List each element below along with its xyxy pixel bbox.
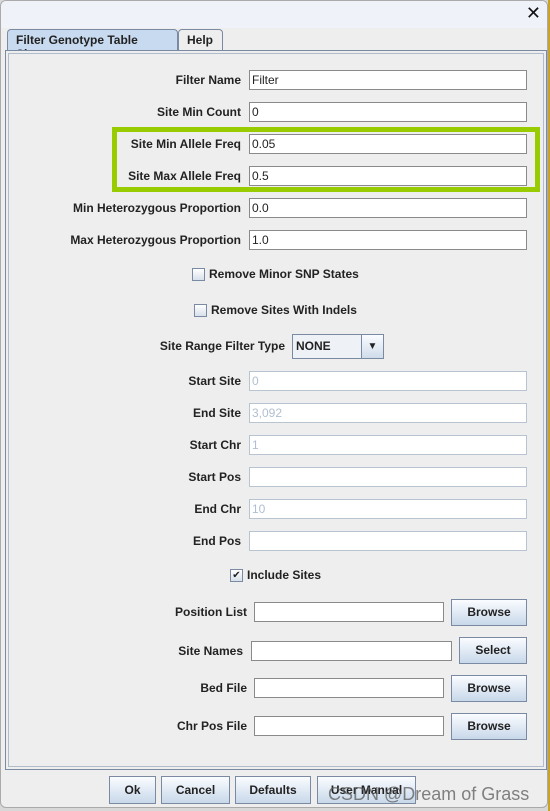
site-names-select-button[interactable]: Select: [459, 637, 527, 664]
max-het-proportion-input[interactable]: 1.0: [249, 230, 527, 250]
remove-minor-snp-label: Remove Minor SNP States: [209, 267, 359, 281]
site-max-allele-freq-label: Site Max Allele Freq: [128, 169, 241, 183]
watermark: CSDN @Dream of Grass: [328, 784, 530, 804]
start-pos-label: Start Pos: [188, 470, 241, 484]
site-max-allele-freq-input[interactable]: 0.5: [249, 166, 527, 186]
include-sites-label: Include Sites: [247, 568, 322, 582]
remove-indels-checkbox[interactable]: [194, 304, 207, 317]
cancel-button[interactable]: Cancel: [161, 776, 230, 804]
position-list-label: Position List: [175, 605, 247, 619]
remove-indels-label: Remove Sites With Indels: [211, 303, 357, 317]
chr-pos-file-browse-button[interactable]: Browse: [451, 713, 527, 740]
defaults-button[interactable]: Defaults: [235, 776, 311, 804]
min-het-proportion-input[interactable]: 0.0: [249, 198, 527, 218]
start-pos-input[interactable]: [249, 467, 527, 487]
title-bar: ✕: [1, 1, 547, 28]
site-min-count-input[interactable]: 0: [249, 102, 527, 122]
end-pos-label: End Pos: [192, 534, 241, 548]
tab-help[interactable]: Help: [178, 29, 223, 51]
site-names-input[interactable]: [251, 641, 452, 661]
position-list-browse-button[interactable]: Browse: [451, 599, 527, 626]
end-chr-label: End Chr: [194, 502, 241, 516]
bed-file-input[interactable]: [254, 678, 444, 698]
chr-pos-file-input[interactable]: [254, 716, 444, 736]
chr-pos-file-label: Chr Pos File: [176, 719, 247, 733]
min-het-proportion-label: Min Heterozygous Proportion: [73, 201, 241, 215]
remove-minor-snp-checkbox[interactable]: [192, 268, 205, 281]
site-min-allele-freq-label: Site Min Allele Freq: [130, 137, 241, 151]
site-min-allele-freq-input[interactable]: 0.05: [249, 134, 527, 154]
end-site-label: End Site: [192, 406, 241, 420]
max-het-proportion-label: Max Heterozygous Proportion: [70, 233, 241, 247]
tab-filter-genotype-table-sites[interactable]: Filter Genotype Table Sites: [7, 29, 178, 61]
bed-file-browse-button[interactable]: Browse: [451, 675, 527, 702]
include-sites-checkbox[interactable]: ✔: [230, 569, 243, 582]
bed-file-label: Bed File: [200, 681, 247, 695]
close-icon[interactable]: ✕: [526, 3, 541, 24]
end-site-input[interactable]: 3,092: [249, 403, 527, 423]
end-pos-input[interactable]: [249, 531, 527, 551]
filter-name-input[interactable]: Filter: [249, 70, 527, 90]
start-chr-input[interactable]: 1: [249, 435, 527, 455]
filter-name-label: Filter Name: [175, 73, 241, 87]
filter-dialog: ✕ Filter Genotype Table Sites Help Filte…: [0, 0, 548, 808]
start-site-label: Start Site: [188, 374, 241, 388]
start-chr-label: Start Chr: [189, 438, 241, 452]
site-names-label: Site Names: [178, 644, 243, 658]
chevron-down-icon[interactable]: ▼: [361, 335, 383, 358]
end-chr-input[interactable]: 10: [249, 499, 527, 519]
start-site-input[interactable]: 0: [249, 371, 527, 391]
site-range-value: NONE: [296, 339, 331, 353]
ok-button[interactable]: Ok: [109, 776, 156, 804]
site-range-filter-type-select[interactable]: NONE ▼: [292, 334, 384, 359]
site-range-filter-type-label: Site Range Filter Type: [159, 339, 285, 353]
site-min-count-label: Site Min Count: [157, 105, 241, 119]
position-list-input[interactable]: [254, 602, 444, 622]
